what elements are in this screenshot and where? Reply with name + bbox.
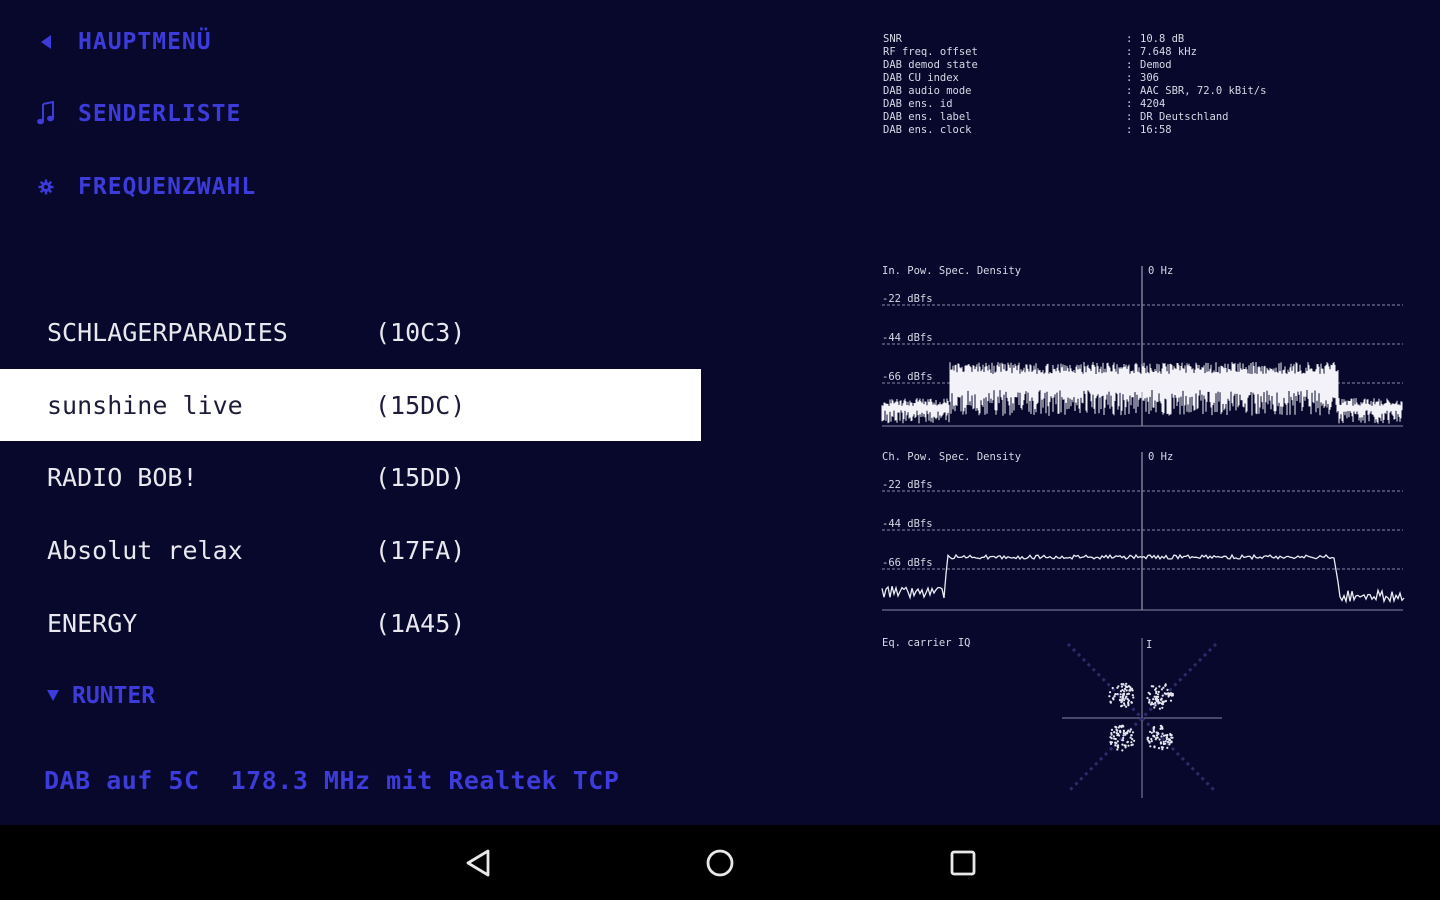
info-value: 10.8 dB	[1140, 33, 1185, 45]
in-psd-level-label: -66 dBfs	[882, 371, 933, 383]
tuner-status: DAB auf 5C 178.3 MHz mit Realtek TCP	[44, 766, 620, 795]
info-separator: :	[1126, 111, 1133, 123]
home-circle-icon	[706, 849, 734, 877]
info-separator: :	[1126, 72, 1133, 84]
triangle-down-icon	[46, 686, 60, 707]
station-item-selected[interactable]: sunshine live (15DC)	[0, 369, 701, 441]
info-key: DAB CU index	[883, 72, 959, 84]
spectrum-display: In. Pow. Spec. Density 0 Hz -22 dBfs -44…	[881, 265, 1405, 798]
arrow-left-icon	[28, 34, 64, 50]
info-value: 7.648 kHz	[1140, 46, 1197, 58]
info-row: DAB demod state: Demod	[883, 59, 1266, 72]
station-name: Absolut relax	[47, 535, 243, 565]
scroll-down-label: RUNTER	[72, 683, 156, 709]
constellation-title: Eq. carrier IQ	[882, 637, 971, 649]
ch-psd-level-label: -44 dBfs	[882, 518, 933, 530]
gear-icon	[28, 179, 64, 195]
info-row: DAB CU index:306	[883, 72, 1266, 85]
station-name: ENERGY	[47, 608, 138, 638]
info-row: SNR:10.8 dB	[883, 33, 1266, 46]
info-row: DAB ens. id:4204	[883, 98, 1266, 111]
ch-psd-level-label: -66 dBfs	[882, 557, 933, 569]
station-name: sunshine live	[47, 390, 243, 420]
menu-item-label: SENDERLISTE	[78, 101, 242, 127]
info-value: 4204	[1140, 98, 1166, 110]
station-item[interactable]: RADIO BOB! (15DD)	[0, 441, 701, 513]
info-key: SNR	[883, 33, 902, 45]
info-key: DAB ens. label	[883, 111, 972, 123]
info-value: AAC SBR, 72.0 kBit/s	[1140, 85, 1267, 97]
menu-item-label: HAUPTMENÜ	[78, 29, 212, 55]
info-separator: :	[1126, 124, 1133, 136]
ch-psd-center-label: 0 Hz	[1148, 451, 1173, 463]
constellation-axis-label: I	[1146, 639, 1152, 651]
ch-psd-title: Ch. Pow. Spec. Density	[882, 451, 1021, 463]
menu-item-senderliste[interactable]: SENDERLISTE	[28, 94, 241, 134]
station-item[interactable]: ENERGY (1A45)	[0, 587, 701, 659]
info-row: DAB audio mode: AAC SBR, 72.0 kBit/s	[883, 85, 1266, 98]
info-value: Demod	[1140, 59, 1172, 71]
music-note-icon	[28, 101, 64, 127]
android-navbar	[0, 825, 1440, 900]
info-key: DAB audio mode	[883, 85, 972, 97]
nav-recent-apps-button[interactable]	[943, 843, 983, 883]
in-psd-level-label: -44 dBfs	[882, 332, 933, 344]
station-id: (1A45)	[375, 608, 466, 638]
ch-psd-level-label: -22 dBfs	[882, 479, 933, 491]
info-row: DAB ens. label: DR Deutschland	[883, 111, 1266, 124]
station-id: (17FA)	[375, 535, 466, 565]
info-value: 16:58	[1140, 124, 1172, 136]
station-name: RADIO BOB!	[47, 462, 198, 492]
info-row: RF freq. offset:7.648 kHz	[883, 46, 1266, 59]
nav-back-button[interactable]	[458, 843, 498, 883]
recent-apps-square-icon	[950, 850, 976, 876]
info-separator: :	[1126, 33, 1133, 45]
info-key: RF freq. offset	[883, 46, 978, 58]
info-value: 306	[1140, 72, 1159, 84]
in-psd-center-label: 0 Hz	[1148, 265, 1173, 277]
nav-home-button[interactable]	[700, 843, 740, 883]
dab-info-table: SNR:10.8 dB RF freq. offset:7.648 kHz DA…	[883, 33, 1266, 137]
station-item[interactable]: Absolut relax (17FA)	[0, 514, 701, 586]
back-triangle-icon	[466, 849, 490, 877]
station-id: (15DD)	[375, 462, 466, 492]
in-psd-level-label: -22 dBfs	[882, 293, 933, 305]
menu-item-frequenzwahl[interactable]: FREQUENZWAHL	[28, 167, 256, 207]
scroll-down-button[interactable]: RUNTER	[46, 676, 155, 716]
menu-item-hauptmenu[interactable]: HAUPTMENÜ	[28, 22, 212, 62]
app-screen: HAUPTMENÜ SENDERLISTE FREQUENZWAHL SCHLA…	[0, 0, 1440, 825]
station-name: SCHLAGERPARADIES	[47, 317, 288, 347]
station-item[interactable]: SCHLAGERPARADIES (10C3)	[0, 296, 701, 368]
menu-item-label: FREQUENZWAHL	[78, 174, 257, 200]
station-id: (10C3)	[375, 317, 466, 347]
info-key: DAB demod state	[883, 59, 978, 71]
info-key: DAB ens. clock	[883, 124, 972, 136]
info-separator: :	[1126, 98, 1133, 110]
info-value: DR Deutschland	[1140, 111, 1229, 123]
station-id: (15DC)	[375, 390, 466, 420]
ch-psd-trace	[881, 553, 1405, 604]
info-row: DAB ens. clock:16:58	[883, 124, 1266, 137]
constellation-plot: I	[1062, 638, 1222, 798]
info-separator: :	[1126, 46, 1133, 58]
info-separator: :	[1126, 85, 1133, 97]
in-psd-title: In. Pow. Spec. Density	[882, 265, 1021, 277]
info-separator: :	[1126, 59, 1133, 71]
info-key: DAB ens. id	[883, 98, 953, 110]
